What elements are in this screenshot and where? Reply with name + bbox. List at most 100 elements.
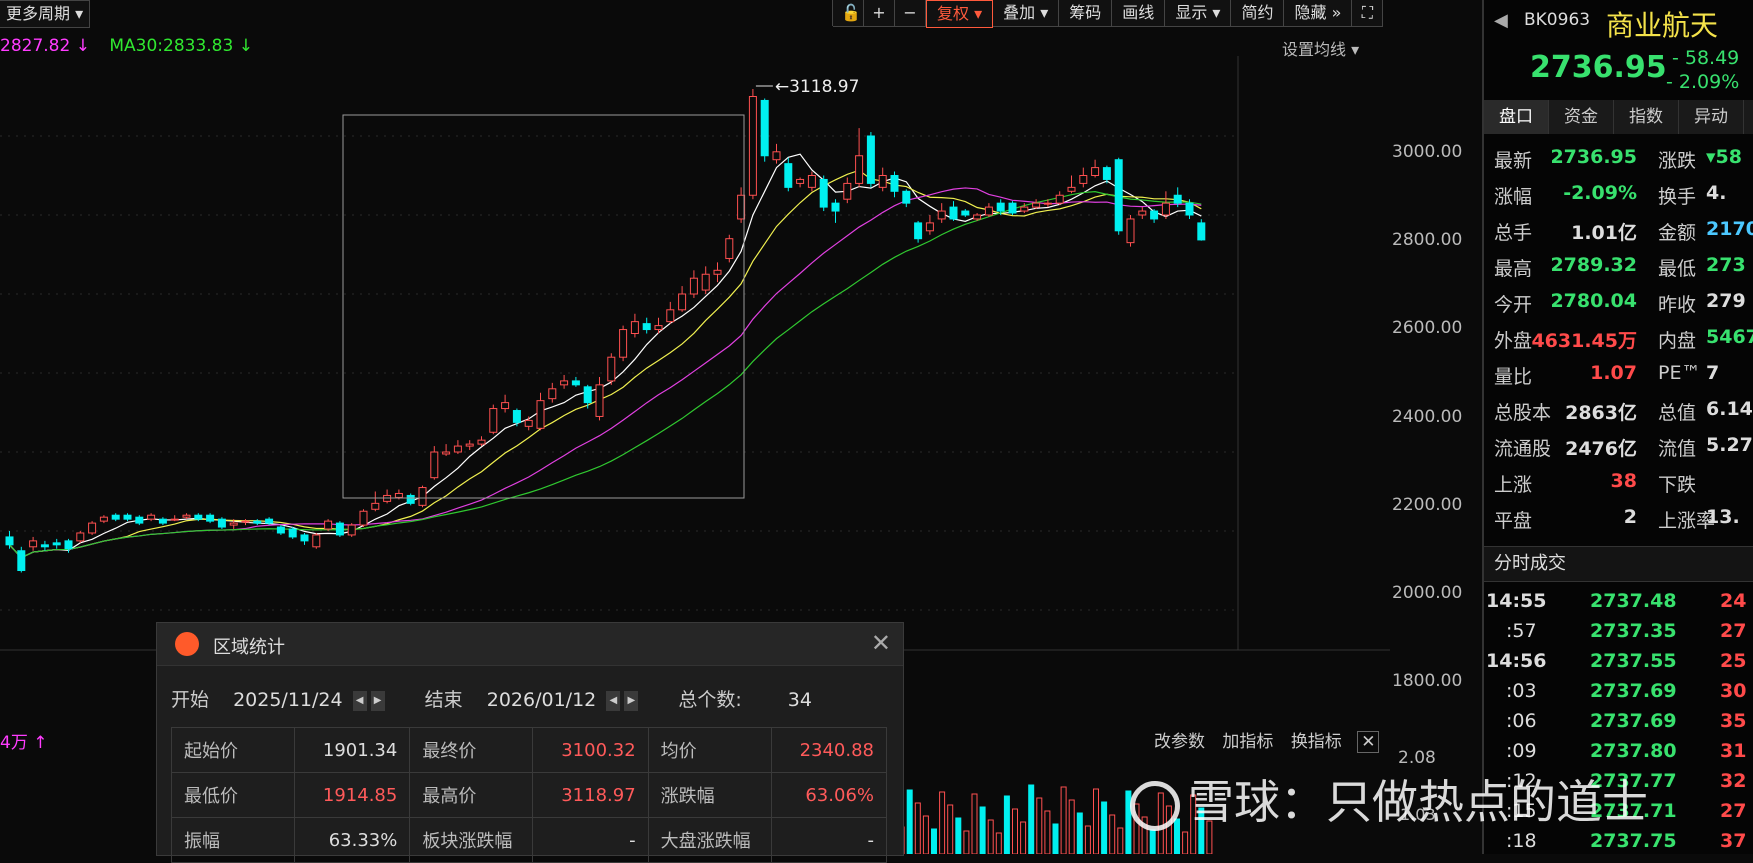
y-tick: 3000.00 (1392, 142, 1463, 162)
volume-bar (1149, 829, 1156, 854)
candle-body (937, 210, 946, 220)
candle-body (713, 269, 722, 275)
quote-value: 2170. (1706, 218, 1753, 240)
quote-row: 总手 1.01亿金额 2170. (1484, 218, 1753, 254)
display-button[interactable]: 显示 ▾ (1165, 0, 1232, 27)
volume-bar (939, 791, 946, 854)
candle-body (147, 514, 156, 520)
volume-bar (1060, 786, 1067, 854)
candle-body (772, 151, 781, 161)
volume-bar (1117, 827, 1124, 854)
volume-bar (1084, 825, 1091, 854)
candle-body (1126, 218, 1135, 244)
stat-label: 大盘涨跌幅 (647, 817, 772, 863)
switch-indicator-link[interactable]: 换指标 (1291, 732, 1342, 752)
snowball-logo-icon (1130, 780, 1180, 831)
draw-button[interactable]: 画线 (1112, 0, 1166, 27)
quote-value: 13. (1706, 506, 1740, 528)
quote-label: 昨收 (1658, 294, 1697, 316)
chips-button[interactable]: 筹码 (1059, 0, 1113, 27)
simple-button[interactable]: 简约 (1231, 0, 1285, 27)
quote-value: 2863亿 (1565, 402, 1637, 424)
fuquan-button[interactable]: 复权 ▾ (926, 0, 994, 28)
back-arrow-icon[interactable]: ◀ (1494, 10, 1508, 31)
quote-label: 涨跌 (1658, 150, 1697, 172)
candle-body (241, 520, 250, 523)
stat-value: 63.33% (293, 817, 411, 863)
candle-body (666, 309, 675, 323)
candle-body (1008, 202, 1017, 214)
volume-bar (1052, 823, 1059, 854)
quote-row: 最高 2789.32 最低 273 (1484, 254, 1753, 290)
y-tick: 2000.00 (1392, 583, 1463, 603)
volume-bar (963, 830, 970, 854)
close-indicator-icon[interactable]: ✕ (1357, 731, 1380, 753)
ma-settings-button[interactable]: 设置均线 ▾ (1282, 36, 1359, 60)
period-selector[interactable]: 更多周期 ▾ (0, 0, 91, 28)
start-next-button[interactable]: ▶ (370, 690, 385, 711)
end-prev-button[interactable]: ◀ (606, 690, 621, 711)
hide-button[interactable]: 隐藏 » (1284, 0, 1353, 27)
quote-value: 2789.32 (1550, 254, 1637, 276)
volume-bar (1093, 788, 1099, 854)
tab-anomaly[interactable]: 异动 (1679, 100, 1744, 134)
close-icon[interactable]: ✕ (871, 629, 891, 657)
quote-value: 4631.45万 (1531, 330, 1637, 352)
expand-icon[interactable]: ⛶ (1352, 0, 1384, 27)
candle-body (1138, 210, 1147, 216)
quote-label: 金额 (1658, 222, 1697, 244)
quote-value: 7 (1706, 362, 1720, 384)
quote-value: 6.14 (1706, 398, 1753, 420)
quote-label: 总股本 (1494, 402, 1552, 424)
trade-time: 14:55 (1486, 590, 1547, 612)
start-prev-button[interactable]: ◀ (352, 690, 367, 711)
tab-quote[interactable]: 盘口 (1484, 100, 1549, 134)
quote-value: 279 (1706, 290, 1746, 312)
candle-body (300, 534, 309, 542)
panel-tabs: 盘口 资金 指数 异动 (1484, 100, 1753, 134)
tab-funds[interactable]: 资金 (1549, 100, 1614, 134)
zoom-in-button[interactable]: + (864, 0, 895, 27)
quote-label: 平盘 (1494, 510, 1533, 532)
change-params-link[interactable]: 改参数 (1154, 732, 1205, 752)
volume-bar (1036, 797, 1043, 854)
quote-value: 2736.95 (1550, 146, 1637, 168)
candle-body (359, 510, 368, 526)
candle-body (807, 175, 816, 188)
count-value: 34 (787, 689, 812, 711)
quote-value: 5.27 (1706, 434, 1753, 456)
candle-body (347, 524, 356, 536)
quote-value: 1.01亿 (1571, 222, 1637, 244)
candle-body (5, 536, 14, 546)
candle-body (276, 526, 285, 534)
candle-body (17, 550, 26, 571)
quote-value: 273 (1706, 254, 1746, 276)
tab-index[interactable]: 指数 (1614, 100, 1679, 134)
trade-row: :57 2737.35 27 (1484, 620, 1753, 650)
lock-button[interactable]: 🔓 (833, 0, 864, 27)
overlay-button[interactable]: 叠加 ▾ (993, 0, 1060, 27)
candle-body (99, 516, 108, 522)
trade-volume: 27 (1720, 800, 1747, 822)
zoom-out-button[interactable]: − (895, 0, 926, 27)
trades-title: 分时成交 (1484, 546, 1753, 582)
ma-legend: 2827.82 ↓ MA30:2833.83 ↓ (0, 36, 253, 56)
volume-bar (947, 804, 954, 854)
ma20-value: 2827.82 ↓ (0, 36, 90, 56)
trade-time: :18 (1506, 830, 1537, 852)
candle-body (536, 400, 545, 429)
candle-body (819, 178, 828, 208)
candle-body (217, 518, 226, 528)
quote-row: 流通股 2476亿 流值 5.27 (1484, 434, 1753, 470)
quote-label: 总值 (1658, 402, 1697, 424)
candle-body (489, 408, 498, 433)
end-next-button[interactable]: ▶ (624, 690, 639, 711)
candle-body (1173, 194, 1182, 204)
add-indicator-link[interactable]: 加指标 (1222, 732, 1273, 752)
trade-price: 2737.80 (1590, 740, 1677, 762)
candle-body (560, 380, 569, 386)
period-label: 更多周期 (6, 4, 71, 23)
quote-row: 总股本 2863亿 总值 6.14 (1484, 398, 1753, 434)
quote-value: 5467. (1706, 326, 1753, 348)
volume-bar (987, 819, 994, 854)
